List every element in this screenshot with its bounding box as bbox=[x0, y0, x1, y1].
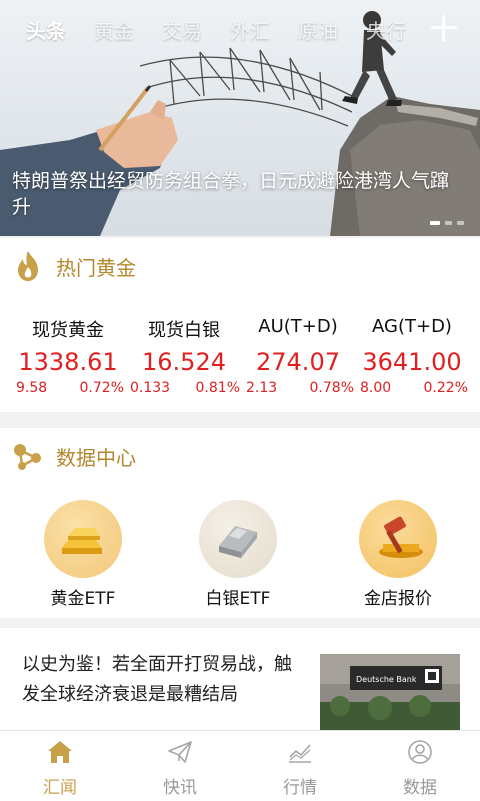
nav-news[interactable]: 汇闻 bbox=[0, 731, 120, 801]
quote-name: 现货白银 bbox=[148, 320, 220, 341]
news-title: 以史为鉴！若全面开打贸易战，触发全球经济衰退是最糟结局 bbox=[22, 654, 292, 705]
quote-name: AG(T+D) bbox=[372, 316, 452, 337]
quote-price: 16.524 bbox=[142, 348, 226, 376]
quote-percent: 0.78% bbox=[309, 380, 354, 396]
quote-change: 8.00 bbox=[360, 380, 392, 396]
nav-data[interactable]: 数据 bbox=[360, 731, 480, 801]
quote-name: AU(T+D) bbox=[258, 316, 338, 337]
quote-change: 2.13 bbox=[246, 380, 278, 396]
gold-shop-price-label: 金店报价 bbox=[364, 589, 432, 609]
gold-quotes-row: 现货黄金 1338.61 9.58 0.72% 现货白银 16.524 0.13… bbox=[0, 294, 480, 412]
section-title: 数据中心 bbox=[56, 445, 136, 470]
gold-etf-button[interactable]: 黄金ETF bbox=[3, 484, 163, 618]
gold-shop-price-button[interactable]: 金店报价 bbox=[318, 484, 478, 618]
tab-gold[interactable]: 黄金 bbox=[94, 15, 134, 44]
carousel-indicator bbox=[430, 221, 464, 225]
nav-label: 行情 bbox=[283, 778, 317, 798]
nav-flash[interactable]: 快讯 bbox=[120, 731, 240, 801]
quote-price: 274.07 bbox=[256, 348, 340, 376]
quote-change: 9.58 bbox=[16, 380, 48, 396]
flame-icon bbox=[18, 251, 38, 281]
silver-bars-icon bbox=[199, 500, 277, 578]
hot-gold-header: 热门黄金 bbox=[0, 238, 480, 295]
bottom-navigation: 汇闻 快讯 行情 数据 bbox=[0, 730, 480, 801]
carousel-dot bbox=[457, 221, 464, 225]
quote-card-au-td[interactable]: AU(T+D) 274.07 2.13 0.78% bbox=[238, 294, 358, 412]
silver-etf-label: 白银ETF bbox=[205, 589, 271, 609]
tab-forex[interactable]: 外汇 bbox=[230, 15, 270, 44]
tab-central-bank[interactable]: 央行 bbox=[366, 15, 406, 44]
tab-headlines[interactable]: 头条 bbox=[26, 15, 66, 44]
silver-etf-button[interactable]: 白银ETF bbox=[158, 484, 318, 618]
nav-label: 汇闻 bbox=[43, 778, 77, 798]
quote-price: 1338.61 bbox=[18, 348, 118, 376]
nav-label: 数据 bbox=[403, 778, 437, 798]
carousel-dot bbox=[445, 221, 452, 225]
user-icon bbox=[408, 740, 432, 764]
quote-change: 0.133 bbox=[130, 380, 171, 396]
quote-card-spot-silver[interactable]: 现货白银 16.524 0.133 0.81% bbox=[124, 294, 244, 412]
top-tab-bar: 头条 黄金 交易 外汇 原油 央行 bbox=[0, 0, 480, 58]
quote-name: 现货黄金 bbox=[32, 320, 104, 341]
section-title: 热门黄金 bbox=[56, 255, 136, 280]
nav-label: 快讯 bbox=[163, 778, 197, 798]
data-center-grid: 黄金ETF 白银ETF 金店报价 bbox=[0, 484, 480, 618]
network-nodes-icon bbox=[14, 444, 41, 470]
chart-icon bbox=[289, 744, 311, 763]
gold-bars-icon bbox=[44, 500, 122, 578]
banner-caption[interactable]: 特朗普祭出经贸防务组合拳，日元成避险港湾人气蹿升 bbox=[12, 168, 462, 220]
quote-price: 3641.00 bbox=[362, 348, 462, 376]
news-item[interactable]: 以史为鉴！若全面开打贸易战，触发全球经济衰退是最糟结局 Deutsche Ban… bbox=[0, 628, 480, 730]
carousel-dot bbox=[430, 221, 440, 225]
gavel-icon bbox=[359, 500, 437, 578]
thumb-caption: Deutsche Bank bbox=[356, 675, 417, 684]
tab-trading[interactable]: 交易 bbox=[162, 15, 202, 44]
home-icon bbox=[48, 741, 72, 763]
quote-percent: 0.81% bbox=[195, 380, 240, 396]
gold-etf-label: 黄金ETF bbox=[50, 589, 116, 609]
nav-market[interactable]: 行情 bbox=[240, 731, 360, 801]
tab-crude-oil[interactable]: 原油 bbox=[298, 15, 338, 44]
quote-percent: 0.22% bbox=[423, 380, 468, 396]
hero-banner[interactable]: 头条 黄金 交易 外汇 原油 央行 特朗普祭出经贸防务组合拳，日元成避险港湾人气… bbox=[0, 0, 480, 236]
quote-percent: 0.72% bbox=[79, 380, 124, 396]
quote-card-spot-gold[interactable]: 现货黄金 1338.61 9.58 0.72% bbox=[8, 294, 128, 412]
news-thumbnail: Deutsche Bank bbox=[320, 654, 460, 730]
quote-card-ag-td[interactable]: AG(T+D) 3641.00 8.00 0.22% bbox=[352, 294, 472, 412]
add-tab-plus-icon[interactable] bbox=[430, 14, 458, 42]
paper-plane-icon bbox=[168, 741, 192, 763]
data-center-header: 数据中心 bbox=[0, 428, 480, 485]
